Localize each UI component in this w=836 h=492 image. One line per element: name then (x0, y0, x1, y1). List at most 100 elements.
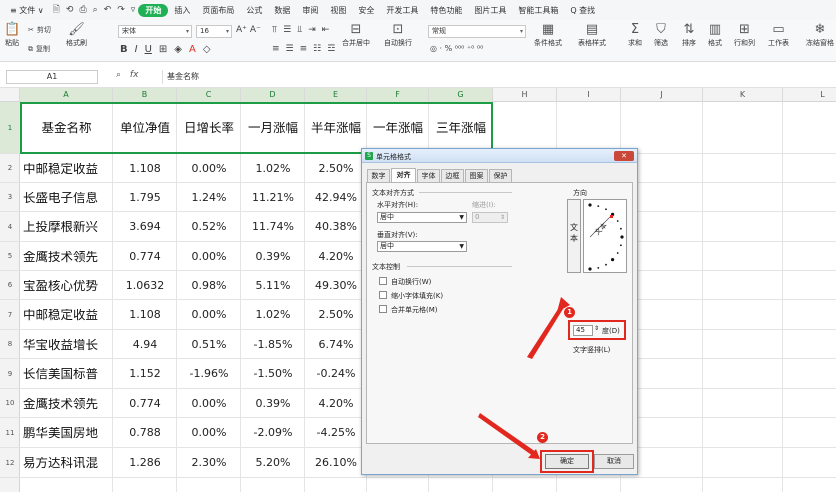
font-color-icon[interactable]: A (189, 44, 196, 55)
table-cell[interactable]: 0.39% (241, 398, 305, 409)
sum-button[interactable]: Σ 求和 (628, 22, 642, 48)
table-cell[interactable]: 1.286 (113, 457, 177, 468)
column-header-e[interactable]: E (305, 88, 367, 102)
align-bottom-icon[interactable]: ⫫ (297, 25, 302, 35)
table-cell[interactable]: 鹏华美国房地 (20, 427, 113, 440)
table-header-cell[interactable]: 基金名称 (20, 122, 113, 135)
outdent-icon[interactable]: ⇤ (322, 25, 330, 35)
h-align-select[interactable]: 居中 ▼ (377, 212, 467, 223)
table-cell[interactable]: 0.00% (177, 398, 241, 409)
align-top-icon[interactable]: ⫪ (272, 25, 277, 35)
column-header-g[interactable]: G (429, 88, 493, 102)
table-cell[interactable]: 1.24% (177, 192, 241, 203)
number-format-buttons[interactable]: ◎ · % ⁰⁰⁰ ⁺⁰ ⁰⁰ (430, 44, 483, 53)
table-cell[interactable]: -2.09% (241, 427, 305, 438)
table-style-button[interactable]: ▤ 表格样式 (578, 22, 606, 48)
preview-icon[interactable]: ⌕ (90, 5, 101, 15)
ok-button[interactable]: 确定 (545, 454, 589, 469)
tab-alignment[interactable]: 对齐 (391, 168, 416, 182)
table-cell[interactable]: 4.20% (305, 251, 367, 262)
table-cell[interactable]: -1.50% (241, 368, 305, 379)
table-cell[interactable]: 0.00% (177, 427, 241, 438)
column-header-d[interactable]: D (241, 88, 305, 102)
table-cell[interactable]: 0.774 (113, 251, 177, 262)
worksheet-button[interactable]: ▭ 工作表 (768, 22, 789, 48)
table-cell[interactable]: 40.38% (305, 221, 367, 232)
table-cell[interactable]: 2.30% (177, 457, 241, 468)
tab-data[interactable]: 数据 (268, 5, 296, 16)
table-cell[interactable]: 0.98% (177, 280, 241, 291)
tab-pattern[interactable]: 图案 (465, 169, 488, 182)
column-header-f[interactable]: F (367, 88, 429, 102)
merge-checkbox[interactable] (379, 305, 387, 313)
italic-button[interactable]: I (135, 44, 138, 55)
close-button[interactable]: ✕ (614, 151, 634, 161)
table-cell[interactable]: 0.788 (113, 427, 177, 438)
table-header-cell[interactable]: 单位净值 (113, 122, 177, 135)
column-header-i[interactable]: I (557, 88, 621, 102)
tab-picture-tools[interactable]: 图片工具 (468, 5, 512, 16)
table-cell[interactable]: 26.10% (305, 457, 367, 468)
wrap-checkbox[interactable] (379, 277, 387, 285)
font-size-select[interactable]: 16 ▾ (196, 25, 232, 38)
indent-stepper[interactable]: 0 ⇕ (472, 212, 508, 223)
border-icon[interactable]: ⊞ (159, 44, 167, 55)
column-header-a[interactable]: A (20, 88, 113, 102)
bold-button[interactable]: B (120, 44, 128, 55)
column-header-h[interactable]: H (493, 88, 557, 102)
table-header-cell[interactable]: 一月涨幅 (241, 122, 305, 135)
degrees-input[interactable]: 45 (573, 325, 593, 336)
select-all-corner[interactable] (0, 88, 20, 102)
table-cell[interactable]: 0.774 (113, 398, 177, 409)
table-cell[interactable]: 0.00% (177, 251, 241, 262)
shrink-font-button[interactable]: A⁻ (250, 25, 261, 35)
table-header-cell[interactable]: 半年涨幅 (305, 122, 367, 135)
column-header-k[interactable]: K (703, 88, 783, 102)
row-header-8[interactable]: 8 (0, 330, 20, 359)
freeze-panes-button[interactable]: ❄ 冻结窗格 (806, 22, 834, 48)
table-header-cell[interactable]: 一年涨幅 (367, 122, 429, 135)
row-header-11[interactable]: 11 (0, 418, 20, 448)
table-cell[interactable]: 4.20% (305, 398, 367, 409)
cut-button[interactable]: ✂ 剪切 (28, 25, 51, 35)
clear-icon[interactable]: ◇ (203, 44, 211, 55)
table-cell[interactable]: 宝盈核心优势 (20, 280, 113, 293)
table-cell[interactable]: 金鹰技术领先 (20, 251, 113, 264)
align-middle-icon[interactable]: ☰ (283, 25, 291, 35)
tab-page-layout[interactable]: 页面布局 (196, 5, 240, 16)
copy-button[interactable]: ⧉ 复制 (28, 44, 50, 54)
conditional-format-button[interactable]: ▦ 条件格式 (534, 22, 562, 48)
table-cell[interactable]: -1.85% (241, 339, 305, 350)
column-header-l[interactable]: L (783, 88, 836, 102)
indent-icon[interactable]: ⇥ (308, 25, 316, 35)
table-cell[interactable]: 0.52% (177, 221, 241, 232)
dial-handle[interactable] (610, 215, 613, 218)
table-cell[interactable]: -0.24% (305, 368, 367, 379)
table-cell[interactable]: 长信美国标普 (20, 368, 113, 381)
table-cell[interactable]: 1.0632 (113, 280, 177, 291)
table-cell[interactable]: 金鹰技术领先 (20, 398, 113, 411)
tab-developer[interactable]: 开发工具 (380, 5, 424, 16)
table-cell[interactable]: -1.96% (177, 368, 241, 379)
table-cell[interactable]: 0.51% (177, 339, 241, 350)
tab-formulas[interactable]: 公式 (240, 5, 268, 16)
table-cell[interactable]: 49.30% (305, 280, 367, 291)
distribute-icon[interactable]: ☲ (327, 44, 335, 54)
formula-input[interactable]: 基金名称 (162, 70, 832, 84)
redo-icon[interactable]: ↷ (114, 5, 128, 15)
align-center-icon[interactable]: ☰ (286, 44, 294, 54)
table-cell[interactable]: 0.00% (177, 163, 241, 174)
table-cell[interactable]: 中邮稳定收益 (20, 309, 113, 322)
row-header-2[interactable]: 2 (0, 154, 20, 183)
tab-number[interactable]: 数字 (367, 169, 390, 182)
table-cell[interactable]: 5.20% (241, 457, 305, 468)
print-icon[interactable]: ⎙ (76, 5, 89, 15)
auto-wrap-button[interactable]: ⊡ 自动换行 (384, 22, 412, 48)
align-left-icon[interactable]: ≡ (272, 44, 280, 54)
grow-font-button[interactable]: A⁺ (236, 25, 247, 35)
row-header-1[interactable]: 1 (0, 102, 20, 154)
row-header-7[interactable]: 7 (0, 300, 20, 330)
merge-center-button[interactable]: ⊟ 合并居中 (342, 22, 370, 48)
dialog-title-bar[interactable]: S 单元格格式 ✕ (362, 149, 637, 163)
table-cell[interactable]: 1.152 (113, 368, 177, 379)
